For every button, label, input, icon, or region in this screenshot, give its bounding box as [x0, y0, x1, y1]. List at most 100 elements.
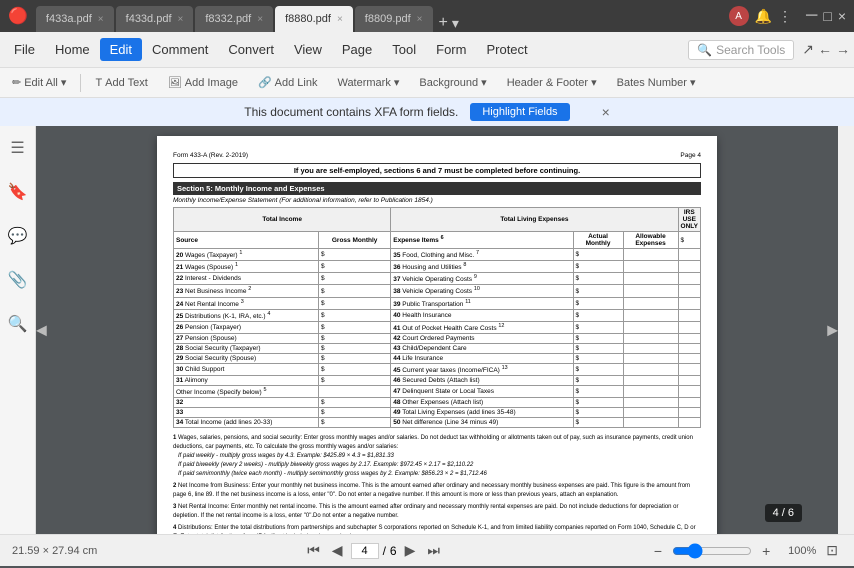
panel-comment-icon[interactable]: 💬	[4, 222, 32, 250]
gross-monthly-val: $	[319, 297, 391, 309]
toolbar: ✏ Edit All ▾ T Add Text 🖼 Add Image 🔗 Ad…	[0, 68, 854, 98]
menu-comment[interactable]: Comment	[142, 38, 218, 61]
forward-icon[interactable]: →	[836, 41, 850, 58]
expense-label: 38 Vehicle Operating Costs 10	[391, 285, 573, 297]
gross-monthly-header: Gross Monthly	[319, 232, 391, 249]
prev-page-button[interactable]: ◀	[328, 540, 347, 561]
notifications-icon[interactable]: 🔔	[755, 8, 772, 25]
gross-monthly-val: $	[319, 249, 391, 261]
page-number-input[interactable]	[351, 543, 379, 559]
allowable-val	[623, 285, 678, 297]
table-row: Other Income (Specify below) 5 47 Delinq…	[174, 386, 701, 398]
search-tools[interactable]: 🔍 Search Tools	[688, 40, 794, 60]
zoom-percent: 100%	[780, 545, 816, 557]
search-icon: 🔍	[697, 43, 712, 57]
header-footer-button[interactable]: Header & Footer ▾	[501, 74, 603, 91]
maximize-button[interactable]: □	[823, 8, 831, 24]
zoom-in-button[interactable]: +	[758, 541, 774, 561]
zoom-slider[interactable]	[672, 543, 752, 559]
tab-close[interactable]: ×	[257, 14, 263, 25]
menu-protect[interactable]: Protect	[476, 38, 537, 61]
minimize-button[interactable]: ─	[806, 7, 817, 25]
close-button[interactable]: ×	[838, 8, 846, 24]
allowable-val	[623, 297, 678, 309]
allowable-val	[623, 376, 678, 386]
menu-home[interactable]: Home	[45, 38, 100, 61]
tab-f8880[interactable]: f8880.pdf ×	[275, 6, 353, 32]
menu-file[interactable]: File	[4, 38, 45, 61]
menu-tool[interactable]: Tool	[382, 38, 426, 61]
menu-form[interactable]: Form	[426, 38, 476, 61]
irs-val	[678, 344, 700, 354]
gross-monthly-val	[319, 386, 391, 398]
account-icon[interactable]: A	[729, 6, 749, 26]
right-collapse-arrow[interactable]: ▶	[827, 322, 838, 339]
tab-close[interactable]: ×	[178, 14, 184, 25]
tab-close[interactable]: ×	[417, 14, 423, 25]
back-icon[interactable]: ←	[818, 41, 832, 58]
actual-val: $	[573, 309, 623, 321]
highlight-fields-button[interactable]: Highlight Fields	[470, 103, 569, 121]
actual-val: $	[573, 398, 623, 408]
income-num: 33	[174, 408, 319, 418]
panel-bookmark-icon[interactable]: 🔖	[4, 178, 32, 206]
edit-all-button[interactable]: ✏ Edit All ▾	[6, 74, 72, 91]
actual-monthly-header: Actual Monthly	[573, 232, 623, 249]
allowable-val	[623, 309, 678, 321]
watermark-button[interactable]: Watermark ▾	[331, 74, 405, 91]
title-bar: 🔴 f433a.pdf × f433d.pdf × f8332.pdf × f8…	[0, 0, 854, 32]
expense-label: 46 Secured Debts (Attach list)	[391, 376, 573, 386]
bates-number-button[interactable]: Bates Number ▾	[611, 74, 702, 91]
notification-text: This document contains XFA form fields.	[244, 105, 458, 119]
expense-items-header: Expense Items 6	[391, 232, 573, 249]
income-num: 29 Social Security (Spouse)	[174, 354, 319, 364]
tab-f433d[interactable]: f433d.pdf ×	[116, 6, 194, 32]
tab-f433a[interactable]: f433a.pdf ×	[36, 6, 114, 32]
share-icon[interactable]: ↗	[802, 41, 814, 58]
notification-close[interactable]: ×	[602, 104, 610, 120]
income-num: Other Income (Specify below) 5	[174, 386, 319, 398]
panel-menu-icon[interactable]: ☰	[6, 134, 28, 162]
gross-monthly-val: $	[319, 344, 391, 354]
tab-f8332[interactable]: f8332.pdf ×	[195, 6, 273, 32]
tab-overflow[interactable]: ▾	[452, 15, 459, 32]
panel-search-icon[interactable]: 🔍	[4, 310, 32, 338]
tab-close[interactable]: ×	[98, 14, 104, 25]
next-page-button[interactable]: ▶	[401, 540, 420, 561]
source-header: Source	[174, 232, 319, 249]
allowable-val	[623, 398, 678, 408]
menu-edit[interactable]: Edit	[100, 38, 142, 61]
menu-view[interactable]: View	[284, 38, 332, 61]
new-tab-button[interactable]: +	[439, 14, 448, 32]
zoom-out-button[interactable]: −	[650, 541, 666, 561]
more-icon[interactable]: ⋮	[778, 8, 792, 25]
tab-f8809[interactable]: f8809.pdf ×	[355, 6, 433, 32]
tab-close[interactable]: ×	[337, 14, 343, 25]
table-row: 25 Distributions (K-1, IRA, etc.) 4 $ 40…	[174, 309, 701, 321]
text-icon: T	[95, 77, 102, 89]
irs-val	[678, 273, 700, 285]
expense-label: 41 Out of Pocket Health Care Costs 12	[391, 321, 573, 333]
gross-monthly-val: $	[319, 261, 391, 273]
left-panel: ☰ 🔖 💬 📎 🔍	[0, 126, 36, 534]
table-row: 33 $ 49 Total Living Expenses (add lines…	[174, 408, 701, 418]
left-collapse-arrow[interactable]: ◀	[36, 322, 47, 339]
panel-attachment-icon[interactable]: 📎	[4, 266, 32, 294]
actual-val: $	[573, 273, 623, 285]
last-page-button[interactable]: ⏭	[423, 540, 444, 561]
table-row: 31 Alimony $ 46 Secured Debts (Attach li…	[174, 376, 701, 386]
add-text-button[interactable]: T Add Text	[89, 75, 153, 91]
fit-page-button[interactable]: ⊡	[822, 540, 842, 561]
expense-label: 36 Housing and Utilities 8	[391, 261, 573, 273]
menu-convert[interactable]: Convert	[218, 38, 284, 61]
actual-val: $	[573, 354, 623, 364]
document-area[interactable]: Form 433-A (Rev. 2-2019) Page 4 If you a…	[36, 126, 838, 534]
income-header: Total Income	[174, 208, 391, 232]
first-page-button[interactable]: ⏮	[303, 540, 324, 561]
expense-label: 42 Court Ordered Payments	[391, 334, 573, 344]
background-button[interactable]: Background ▾	[413, 74, 492, 91]
page-separator: /	[383, 544, 386, 558]
add-image-button[interactable]: 🖼 Add Image	[162, 74, 244, 91]
menu-page[interactable]: Page	[332, 38, 382, 61]
add-link-button[interactable]: 🔗 Add Link	[252, 74, 324, 91]
